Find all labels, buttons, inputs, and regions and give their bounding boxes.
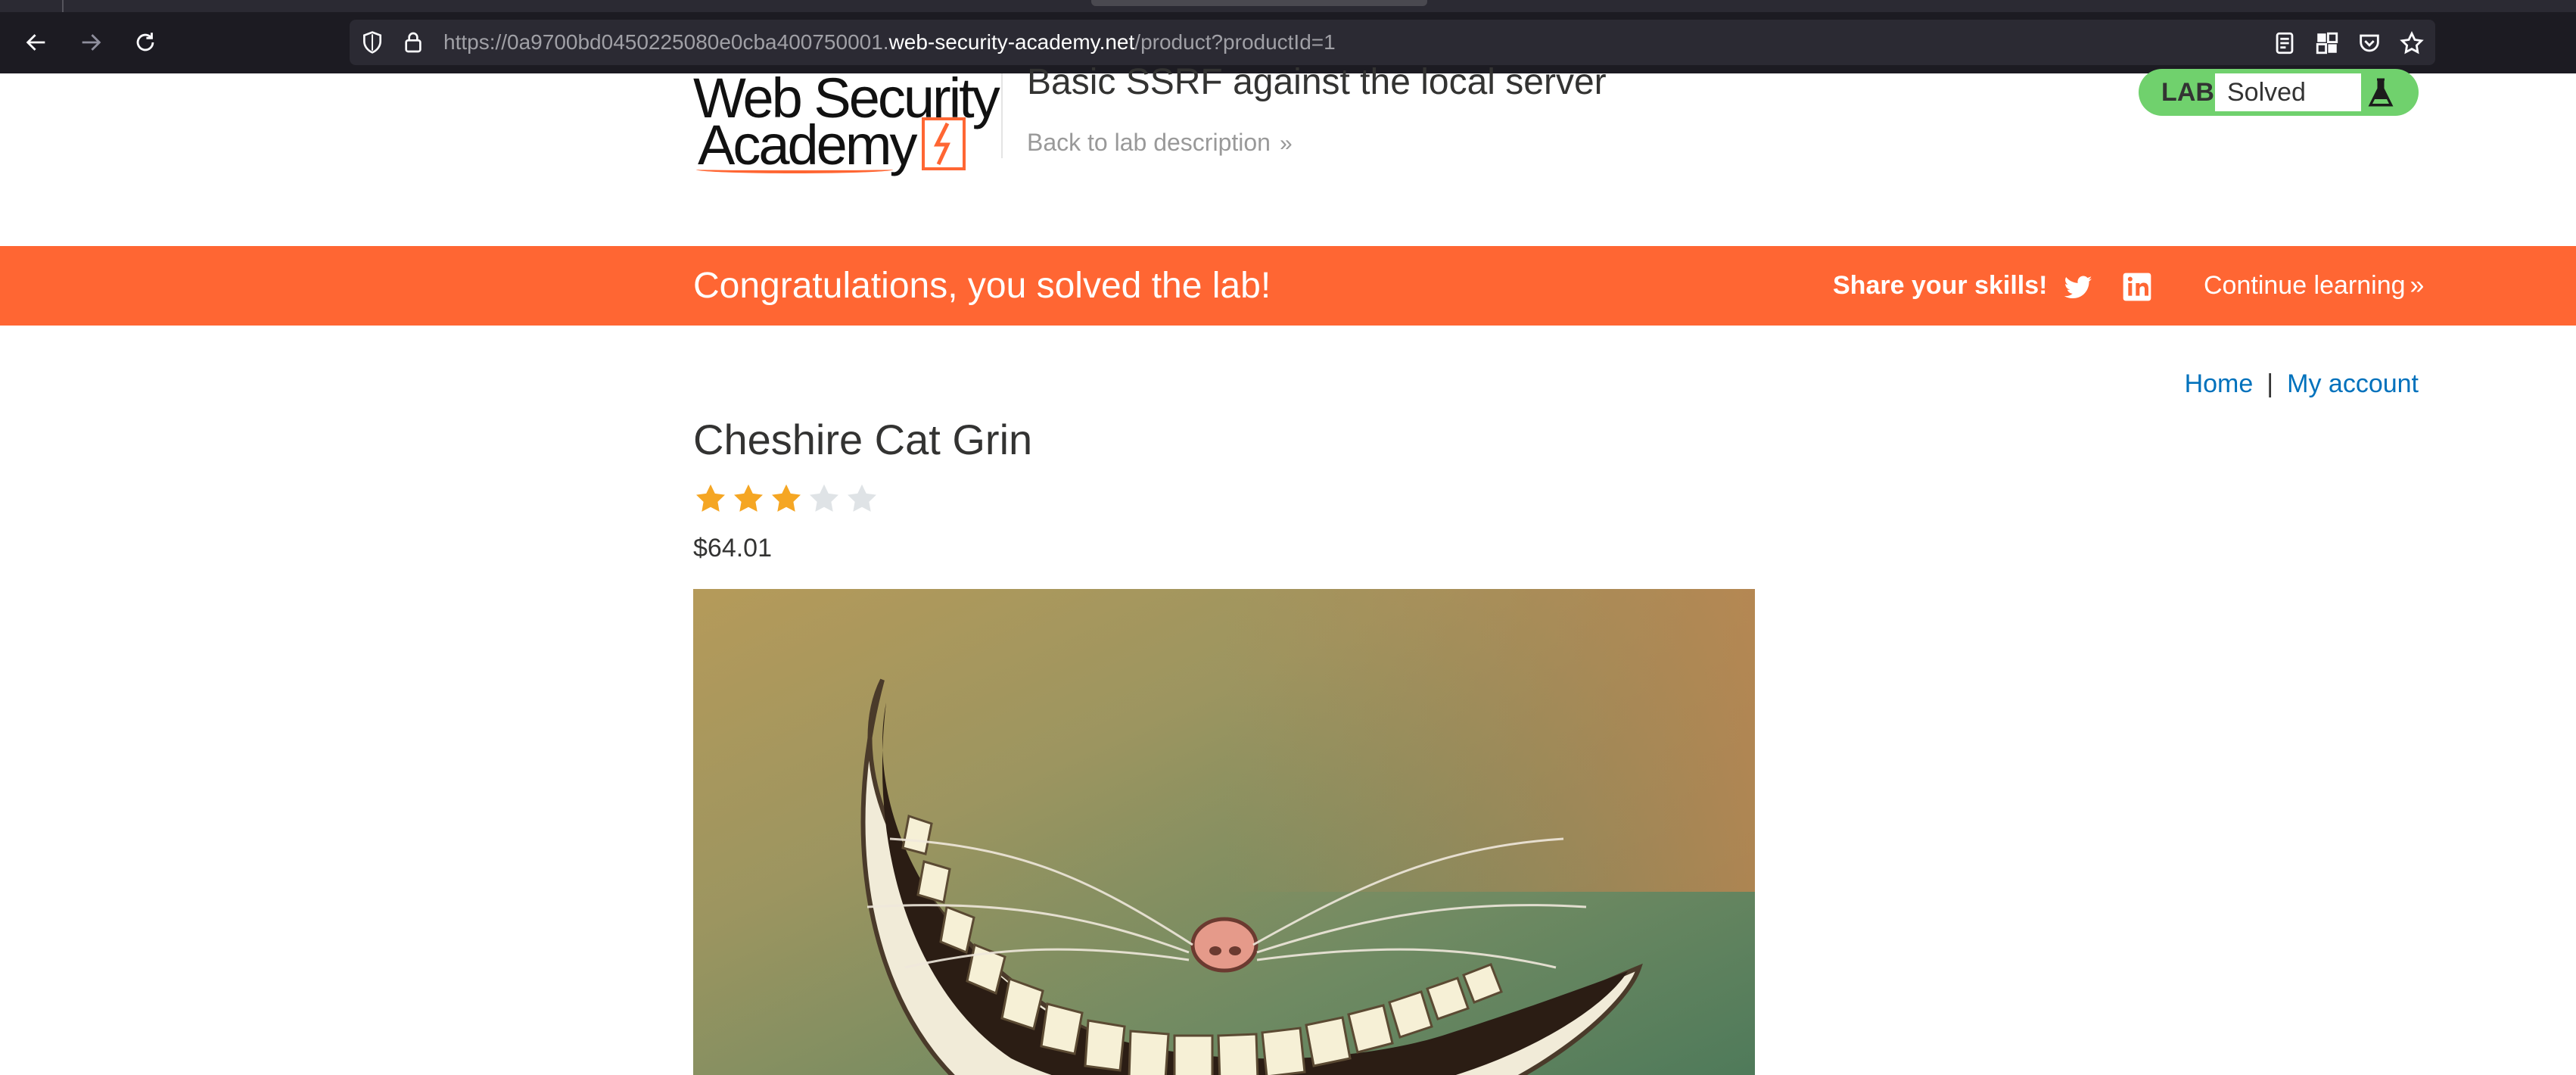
nav-separator: | <box>2266 369 2274 398</box>
cheshire-grin-image <box>693 589 1755 1075</box>
lock-icon[interactable] <box>401 30 425 55</box>
continue-learning-label: Continue learning <box>2204 271 2406 300</box>
lab-header: Web Security Academy Basic SSRF against … <box>0 62 2576 246</box>
tab-separator <box>62 0 64 12</box>
logo-underline <box>696 166 893 173</box>
url-host: web-security-academy.net <box>888 30 1135 54</box>
url-prefix: https://0a9700bd0450225080e0cba400750001… <box>443 30 889 54</box>
lab-status-widget[interactable]: LAB Solved <box>2139 69 2419 116</box>
academy-logo[interactable]: Web Security Academy <box>693 69 1000 175</box>
product-price: $64.01 <box>693 534 772 562</box>
back-link-label: Back to lab description <box>1027 129 1271 156</box>
shield-icon[interactable] <box>360 30 384 55</box>
product-image <box>693 589 1755 1075</box>
pocket-icon[interactable] <box>2357 30 2382 56</box>
tab-strip <box>0 0 2576 12</box>
star-icon <box>845 481 879 516</box>
star-icon <box>807 481 842 516</box>
reader-view-icon[interactable] <box>2272 30 2298 56</box>
my-account-link[interactable]: My account <box>2287 369 2419 398</box>
bookmark-star-icon[interactable] <box>2399 30 2425 56</box>
solved-message: Congratulations, you solved the lab! <box>693 266 1271 306</box>
back-to-lab-description-link[interactable]: Back to lab description » <box>1027 123 1293 163</box>
home-link[interactable]: Home <box>2185 369 2254 398</box>
logo-bolt-icon <box>922 117 966 170</box>
lab-status-value: Solved <box>2215 73 2361 111</box>
product-title: Cheshire Cat Grin <box>693 416 1033 463</box>
solved-banner: Congratulations, you solved the lab! Sha… <box>0 246 2576 326</box>
url-text[interactable]: https://0a9700bd0450225080e0cba400750001… <box>443 20 1336 65</box>
twitter-icon[interactable] <box>2063 272 2093 302</box>
double-chevron-right-icon: » <box>2410 271 2425 300</box>
star-icon <box>693 481 728 516</box>
flask-icon <box>2368 78 2394 107</box>
top-navigation: Home | My account <box>2185 369 2419 399</box>
url-path: /product?productId=1 <box>1134 30 1336 54</box>
reload-icon[interactable] <box>129 26 162 59</box>
address-bar[interactable]: https://0a9700bd0450225080e0cba400750001… <box>350 20 2435 65</box>
continue-learning-link[interactable]: Continue learning» <box>2204 246 2424 326</box>
double-chevron-right-icon: » <box>1279 131 1293 156</box>
header-divider <box>1001 73 1003 158</box>
active-tab-hint[interactable] <box>1091 0 1427 6</box>
star-icon <box>731 481 766 516</box>
forward-arrow-icon[interactable] <box>74 26 107 59</box>
qr-code-icon[interactable] <box>2314 30 2340 56</box>
lab-title: Basic SSRF against the local server <box>1027 62 1607 102</box>
share-skills-label: Share your skills! <box>1833 271 2048 300</box>
back-arrow-icon[interactable] <box>20 26 53 59</box>
linkedin-icon[interactable] <box>2122 272 2152 302</box>
star-icon <box>769 481 804 516</box>
